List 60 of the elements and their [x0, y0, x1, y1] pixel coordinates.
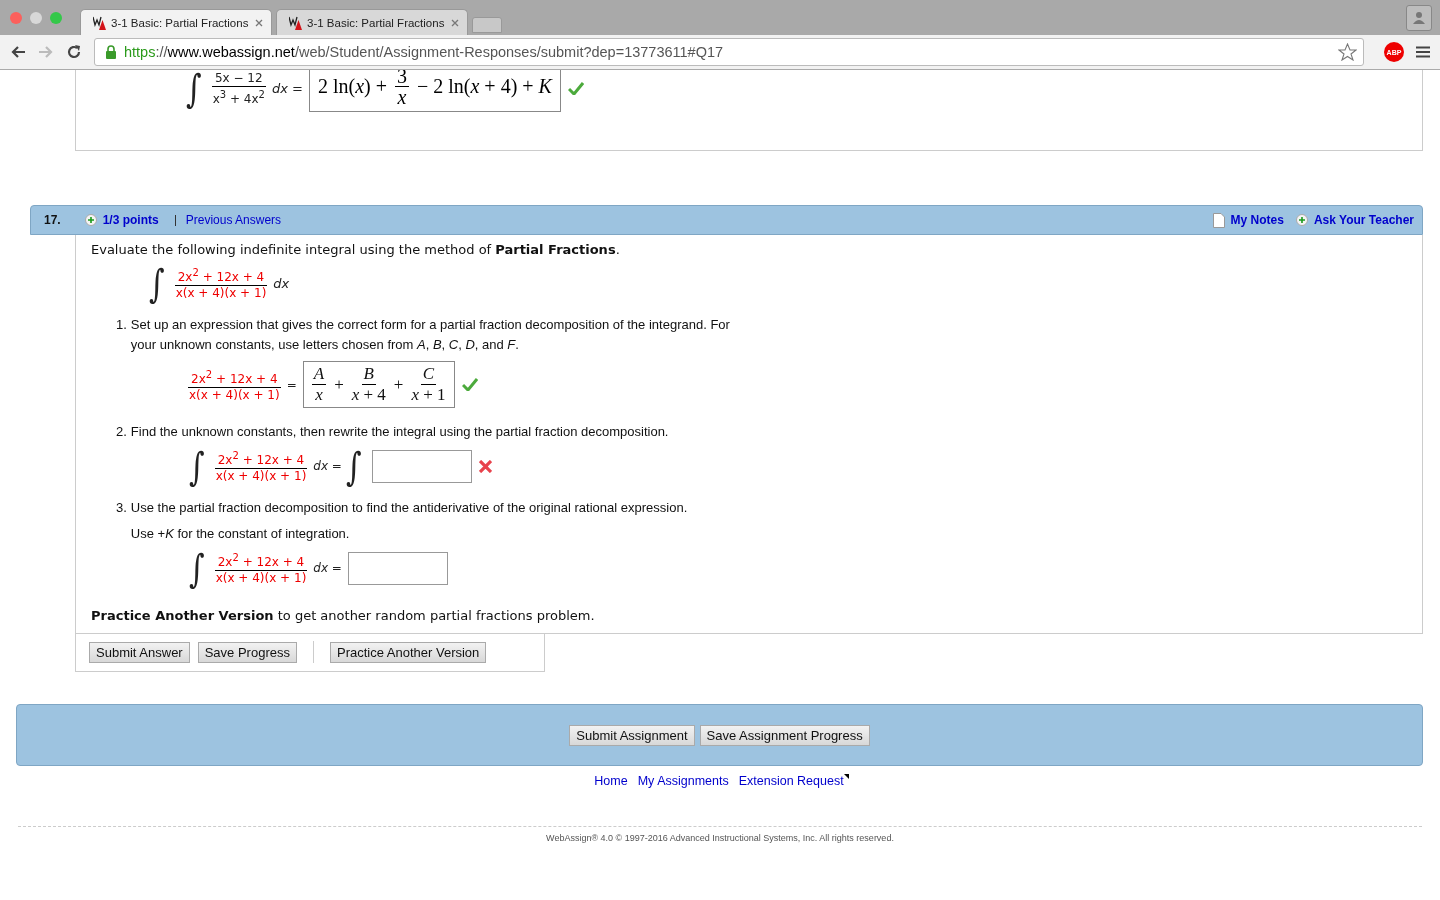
close-icon[interactable] — [255, 18, 263, 27]
dx-label: dx — [273, 275, 290, 291]
question-button[interactable]: Submit Answer — [89, 641, 190, 663]
integral-sign: ∫ — [345, 443, 362, 489]
my-notes-link[interactable]: My Notes — [1230, 213, 1284, 227]
practice-text: Practice Another Version to get another random partial fractions problem. — [91, 608, 596, 623]
part-text: Use the partial fraction decomposition to find the antiderivative of the original rational expression. — [130, 499, 688, 517]
profile-button[interactable] — [1406, 4, 1432, 31]
integral-sign: ∫ — [189, 443, 205, 489]
dx-label: dx = — [313, 561, 342, 575]
copyright-text: WebAssign® 4.0 © 1997-2016 Advanced Instructional Systems, Inc. All rights reserved. — [545, 833, 895, 843]
forward-icon[interactable] — [38, 45, 54, 59]
dx-label: dx = — [313, 459, 342, 473]
part-note: Use +K for the constant of integration. — [130, 525, 351, 543]
ask-teacher-link[interactable]: Ask Your Teacher — [1313, 213, 1414, 227]
part-number: 1. — [116, 316, 127, 334]
fraction: 2x$^{2}$ + 12x + 4 x(x + 4)(x + 1) — [213, 448, 309, 484]
favicon-icon — [289, 15, 303, 30]
footer-link[interactable]: Home — [594, 774, 628, 788]
integral-sign: ∫ — [186, 70, 202, 112]
favicon-icon — [93, 15, 107, 30]
dx-label: dx = — [271, 81, 303, 96]
fraction: 5x − 12 x$^{3}$ + 4x$^{2}$ — [210, 70, 267, 107]
part-text: Set up an expression that gives the correct form for a partial fraction decomposition of the integrand. For your unknown constants, use letters chosen from A, B, C, D, and F. — [130, 316, 731, 354]
address-bar[interactable]: https://www.webassign.net/web/Student/Assignment-Responses/submit?dep=13773611#Q17 — [94, 38, 1364, 66]
browser-tab[interactable]: 3-1 Basic: Partial Fractions — [276, 9, 468, 35]
question-button[interactable]: Practice Another Version — [329, 641, 487, 663]
back-icon[interactable] — [10, 45, 26, 59]
assignment-button[interactable]: Submit Assignment — [569, 724, 695, 746]
reload-icon[interactable] — [66, 44, 82, 60]
lock-icon — [105, 45, 117, 59]
close-icon[interactable] — [451, 18, 459, 27]
part-number: 3. — [116, 499, 127, 517]
question-text: Evaluate the following indefinite integral using the method of Partial Fractions. — [91, 242, 621, 257]
integral-sign: ∫ — [149, 260, 165, 306]
footer-link[interactable]: My Assignments — [637, 774, 729, 788]
part-number: 2. — [116, 423, 127, 441]
plus-icon — [84, 214, 97, 226]
points-link[interactable]: 1/3 points — [102, 213, 159, 227]
dx-label: = — [286, 377, 297, 392]
question-button[interactable]: Save Progress — [197, 641, 297, 663]
part-text: Find the unknown constants, then rewrite the integral using the partial fraction decomposition. — [130, 423, 669, 441]
menu-icon[interactable] — [1416, 46, 1430, 58]
footer-link[interactable]: Extension Request — [738, 774, 844, 788]
answer-field[interactable] — [347, 551, 448, 585]
assignment-button[interactable]: Save Assignment Progress — [699, 724, 870, 746]
fraction: 2x$^{2}$ + 12x + 4 x(x + 4)(x + 1) — [213, 550, 309, 586]
bookmark-star-icon[interactable] — [1338, 43, 1357, 61]
previous-answers-link[interactable]: Previous Answers — [185, 213, 282, 227]
answer-field[interactable] — [371, 449, 472, 483]
question-number: 17. — [44, 213, 61, 227]
plus-icon — [1295, 214, 1308, 226]
integral-sign: ∫ — [189, 545, 205, 591]
browser-tab[interactable]: 3-1 Basic: Partial Fractions — [80, 9, 272, 35]
fraction: 2x$^{2}$ + 12x + 4 x(x + 4)(x + 1) — [187, 366, 282, 403]
note-icon — [1212, 212, 1225, 228]
new-tab-button[interactable] — [472, 17, 502, 33]
person-icon — [1412, 10, 1426, 25]
fraction: 2x$^{2}$ + 12x + 4 x(x + 4)(x + 1) — [173, 265, 269, 301]
minimize-light-icon[interactable] — [30, 11, 42, 24]
